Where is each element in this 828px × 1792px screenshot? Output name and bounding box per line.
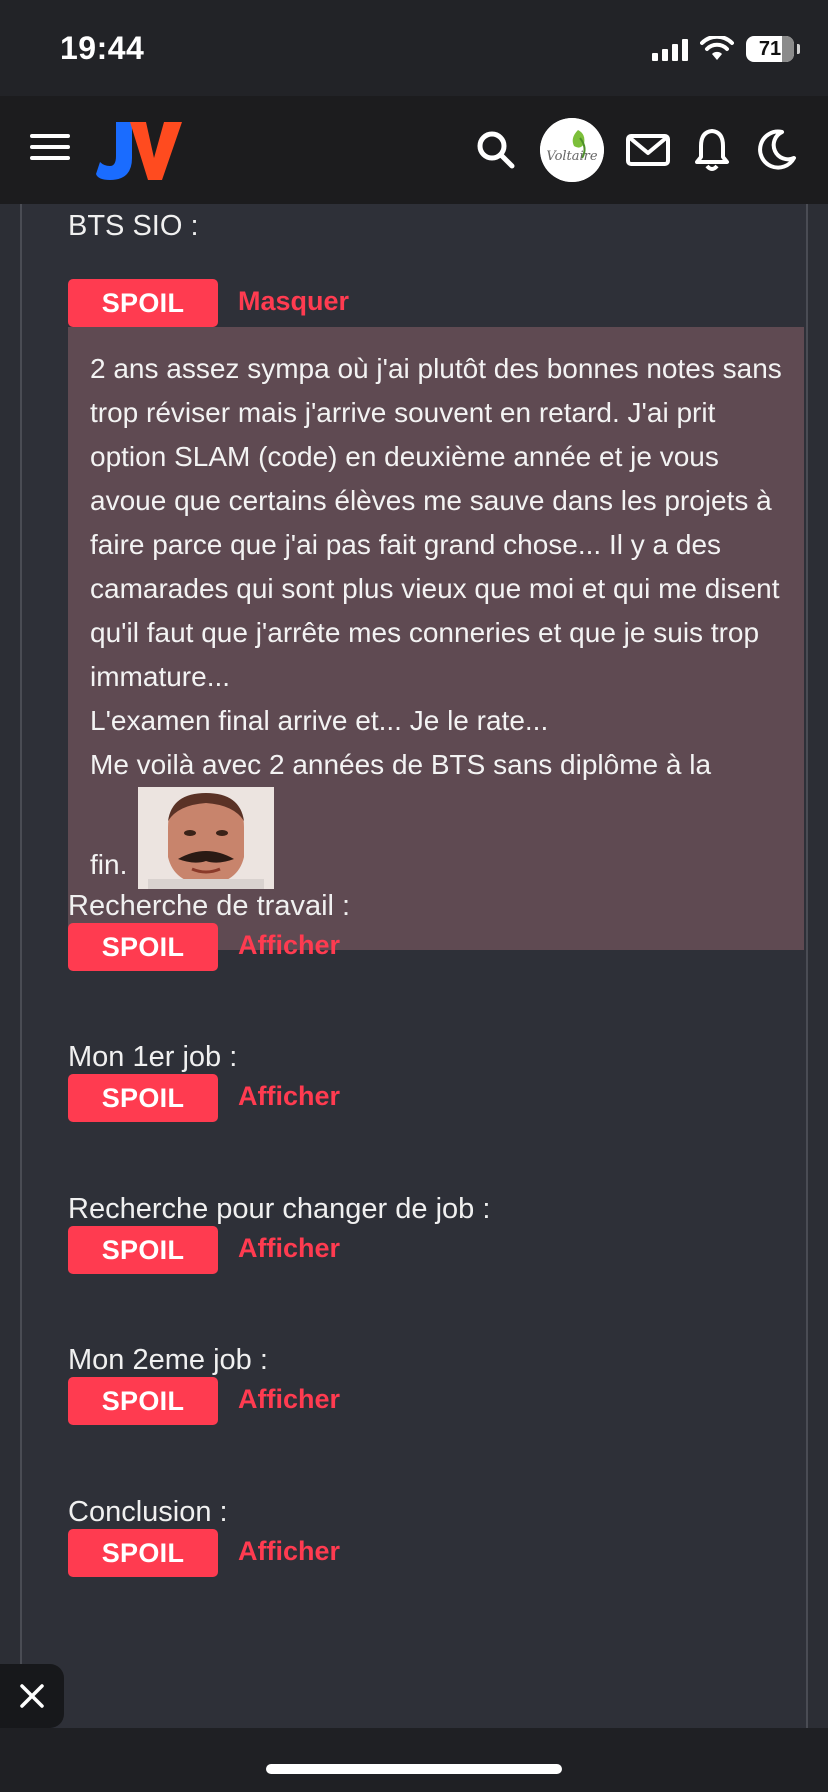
app-header: Voltaire (0, 96, 828, 204)
spoil-button[interactable]: SPOIL (68, 1377, 218, 1425)
section-label-bts: BTS SIO : (68, 210, 199, 242)
post-content: BTS SIO : SPOIL Masquer 2 ans assez symp… (20, 204, 808, 1728)
section-label: Mon 2eme job : (68, 1344, 268, 1376)
status-bar: 19:44 71 (0, 0, 828, 96)
spoil-button[interactable]: SPOIL (68, 1529, 218, 1577)
moon-icon[interactable] (752, 126, 800, 174)
bottom-bar (0, 1728, 828, 1792)
spoiler-paragraph: Me voilà avec 2 années de BTS sans diplô… (90, 749, 712, 780)
section-label: Conclusion : (68, 1496, 228, 1528)
svg-text:Voltaire: Voltaire (546, 149, 598, 164)
section-label: Recherche pour changer de job : (68, 1193, 491, 1225)
status-icons: 71 (652, 34, 800, 64)
spoiler-paragraph: 2 ans assez sympa où j'ai plutôt des bon… (90, 353, 782, 692)
spoil-button[interactable]: SPOIL (68, 1226, 218, 1274)
show-spoiler-link[interactable]: Afficher (238, 1233, 340, 1264)
risitas-image (138, 787, 274, 889)
show-spoiler-link[interactable]: Afficher (238, 930, 340, 961)
home-indicator[interactable] (266, 1764, 562, 1774)
spoil-button[interactable]: SPOIL (68, 1074, 218, 1122)
spoiler-last-word: fin. (90, 849, 128, 880)
close-icon (20, 1684, 44, 1708)
spoil-button[interactable]: SPOIL (68, 923, 218, 971)
avatar[interactable]: Voltaire (540, 118, 604, 182)
mail-icon[interactable] (624, 126, 672, 174)
section-label: Recherche de travail : (68, 890, 351, 922)
battery-percent: 71 (758, 37, 782, 60)
show-spoiler-link[interactable]: Afficher (238, 1384, 340, 1415)
wifi-icon (700, 36, 734, 60)
search-icon[interactable] (472, 126, 520, 174)
bell-icon[interactable] (688, 126, 736, 174)
risitas-sticker[interactable] (138, 787, 274, 889)
hide-spoiler-link[interactable]: Masquer (238, 286, 349, 317)
menu-icon[interactable] (30, 134, 70, 166)
spoiler-paragraph: L'examen final arrive et... Je le rate..… (90, 705, 549, 736)
spoil-button[interactable]: SPOIL (68, 279, 218, 327)
avatar-image: Voltaire (540, 118, 604, 182)
close-button[interactable] (0, 1664, 64, 1728)
battery-icon: 71 (746, 36, 800, 62)
spoiler-content: 2 ans assez sympa où j'ai plutôt des bon… (68, 327, 804, 950)
show-spoiler-link[interactable]: Afficher (238, 1536, 340, 1567)
section-label: Mon 1er job : (68, 1041, 238, 1073)
spoiler-last-line: fin. (90, 787, 782, 889)
signal-icon (652, 37, 688, 61)
status-time: 19:44 (60, 30, 145, 66)
spoiler-text: 2 ans assez sympa où j'ai plutôt des bon… (90, 347, 782, 889)
jv-logo[interactable] (96, 118, 182, 184)
show-spoiler-link[interactable]: Afficher (238, 1081, 340, 1112)
